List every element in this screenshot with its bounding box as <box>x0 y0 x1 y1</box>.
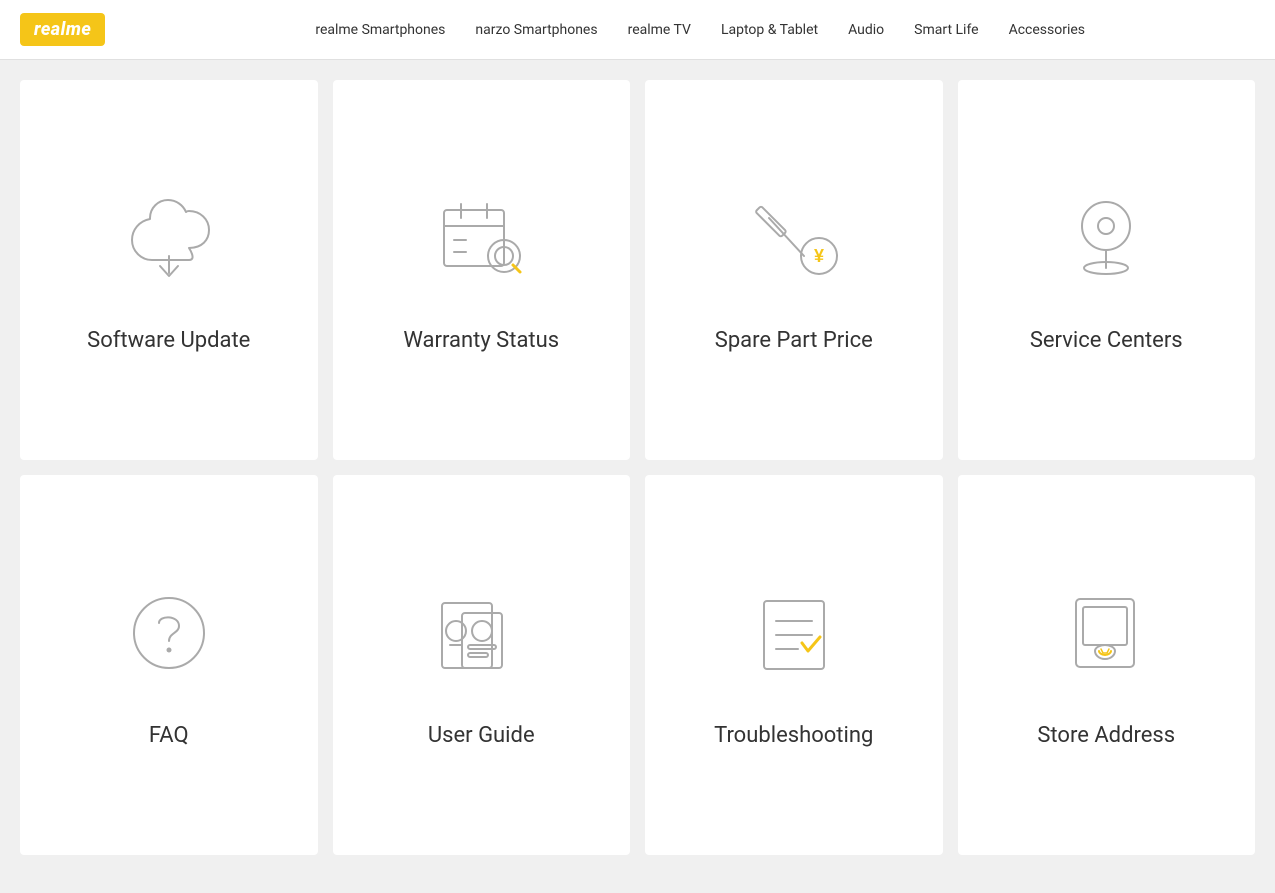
nav-narzo-smartphones[interactable]: narzo Smartphones <box>475 22 597 38</box>
calendar-search-icon <box>431 188 531 288</box>
card-label-warranty-status: Warranty Status <box>403 328 559 353</box>
nav-realme-smartphones[interactable]: realme Smartphones <box>315 22 445 38</box>
header: realme realme Smartphones narzo Smartphon… <box>0 0 1275 60</box>
card-software-update[interactable]: Software Update <box>20 80 318 460</box>
logo[interactable]: realme <box>20 13 105 46</box>
card-label-faq: FAQ <box>149 723 189 748</box>
card-faq[interactable]: FAQ <box>20 475 318 855</box>
logo-wrapper: realme <box>20 19 105 40</box>
service-grid: Software Update Warranty Status ¥ Spare … <box>0 60 1275 875</box>
card-user-guide[interactable]: User Guide <box>333 475 631 855</box>
tool-price-icon: ¥ <box>744 188 844 288</box>
id-document-icon <box>431 583 531 683</box>
card-label-service-centers: Service Centers <box>1030 328 1183 353</box>
nav-accessories[interactable]: Accessories <box>1009 22 1085 38</box>
card-troubleshooting[interactable]: Troubleshooting <box>645 475 943 855</box>
card-label-troubleshooting: Troubleshooting <box>714 723 873 748</box>
question-circle-icon <box>119 583 219 683</box>
card-label-user-guide: User Guide <box>428 723 535 748</box>
nav-realme-tv[interactable]: realme TV <box>628 22 691 38</box>
checklist-icon <box>744 583 844 683</box>
cloud-download-icon <box>119 188 219 288</box>
svg-text:¥: ¥ <box>814 246 824 266</box>
location-pin-icon <box>1056 188 1156 288</box>
card-label-software-update: Software Update <box>87 328 250 353</box>
card-label-spare-part-price: Spare Part Price <box>715 328 873 353</box>
store-phone-icon <box>1056 583 1156 683</box>
card-label-store-address: Store Address <box>1037 723 1175 748</box>
nav-audio[interactable]: Audio <box>848 22 884 38</box>
card-service-centers[interactable]: Service Centers <box>958 80 1256 460</box>
card-warranty-status[interactable]: Warranty Status <box>333 80 631 460</box>
card-spare-part-price[interactable]: ¥ Spare Part Price <box>645 80 943 460</box>
nav-smart-life[interactable]: Smart Life <box>914 22 978 38</box>
nav-laptop-tablet[interactable]: Laptop & Tablet <box>721 22 818 38</box>
main-nav: realme Smartphones narzo Smartphones realm… <box>145 22 1255 38</box>
card-store-address[interactable]: Store Address <box>958 475 1256 855</box>
